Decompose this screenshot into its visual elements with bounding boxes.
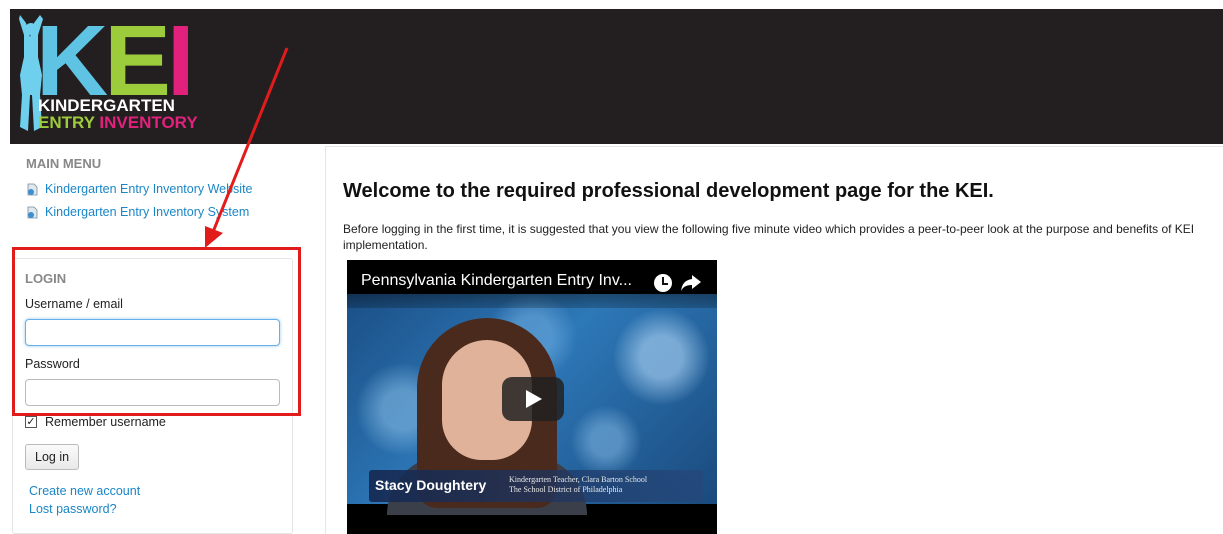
login-block: LOGIN Username / email Password ✓ Rememb… <box>12 258 293 534</box>
password-input[interactable] <box>25 379 280 406</box>
document-link-icon <box>27 183 38 195</box>
intro-text: Before logging in the first time, it is … <box>343 222 1195 252</box>
speaker-role-line-1: Kindergarten Teacher, Clara Barton Schoo… <box>509 475 648 484</box>
username-input[interactable] <box>25 319 280 346</box>
speaker-caption: Stacy Doughtery Kindergarten Teacher, Cl… <box>369 470 703 502</box>
lost-password-link[interactable]: Lost password? <box>29 502 117 516</box>
speaker-role: Kindergarten Teacher, Clara Barton Schoo… <box>509 475 647 495</box>
page-title: Welcome to the required professional dev… <box>343 180 994 202</box>
main-menu-block: MAIN MENU Kindergarten Entry Inventory W… <box>10 146 293 246</box>
main-menu-title: MAIN MENU <box>26 156 102 171</box>
remember-username-option[interactable]: ✓ Remember username <box>25 415 166 429</box>
username-label: Username / email <box>25 297 123 311</box>
menu-item-kei-system[interactable]: Kindergarten Entry Inventory System <box>26 205 249 219</box>
login-button[interactable]: Log in <box>25 444 80 470</box>
kei-logo[interactable]: KEI KINDERGARTEN ENTRY INVENTORY <box>10 9 200 135</box>
logo-word-entry: ENTRY <box>38 113 95 132</box>
watch-later-icon[interactable] <box>654 274 672 292</box>
remember-username-label: Remember username <box>45 415 166 429</box>
video-title[interactable]: Pennsylvania Kindergarten Entry Inv... <box>361 272 632 290</box>
share-icon[interactable] <box>680 273 702 293</box>
speaker-role-line-2: The School District of Philadelphia <box>509 485 623 494</box>
speaker-name: Stacy Doughtery <box>375 477 487 493</box>
remember-username-checkbox[interactable]: ✓ <box>25 416 37 428</box>
login-title: LOGIN <box>25 271 67 286</box>
password-label: Password <box>25 357 80 371</box>
menu-item-kei-website[interactable]: Kindergarten Entry Inventory Website <box>26 182 253 196</box>
site-header: KEI KINDERGARTEN ENTRY INVENTORY <box>10 9 1223 144</box>
create-account-link[interactable]: Create new account <box>29 484 140 498</box>
logo-line-entry-inventory: ENTRY INVENTORY <box>38 114 198 131</box>
play-button[interactable] <box>502 377 564 421</box>
menu-item-label: Kindergarten Entry Inventory System <box>45 205 250 219</box>
document-link-icon <box>27 206 38 218</box>
logo-word-inventory: INVENTORY <box>99 113 198 132</box>
video-player[interactable]: Pennsylvania Kindergarten Entry Inv... S… <box>347 260 717 534</box>
menu-item-label: Kindergarten Entry Inventory Website <box>45 182 253 196</box>
logo-line-kindergarten: KINDERGARTEN <box>38 96 175 115</box>
